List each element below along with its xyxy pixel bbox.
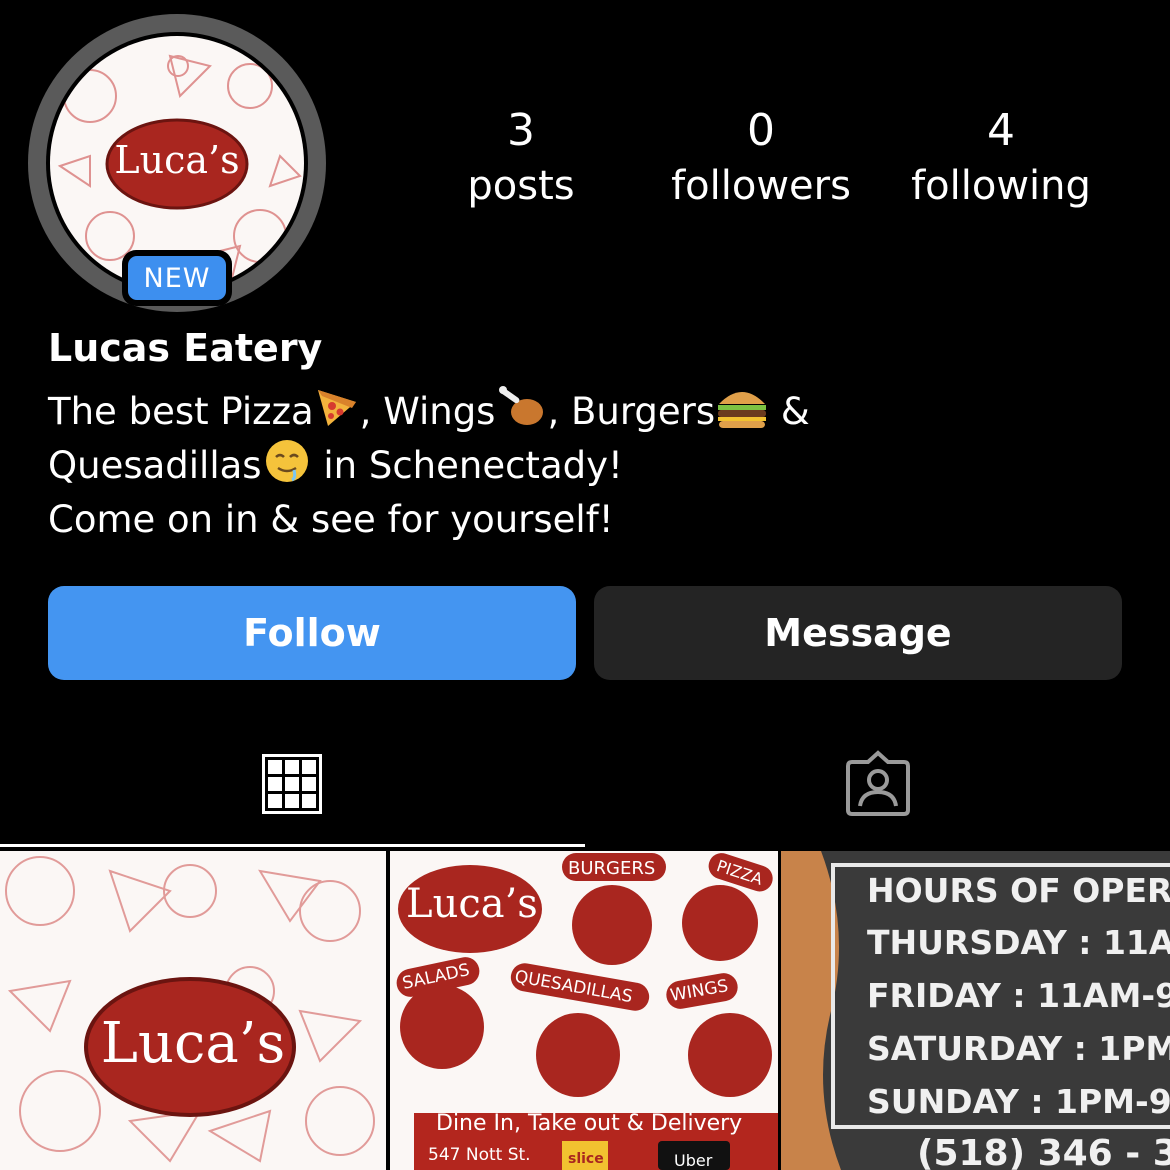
followers-value: 0 bbox=[747, 105, 775, 156]
post-2-logo-text: Luca’s bbox=[406, 881, 538, 927]
menu-label-burgers: BURGERS bbox=[568, 858, 656, 879]
slice-logo: slice bbox=[568, 1151, 604, 1167]
drumstick-emoji-icon bbox=[495, 384, 547, 446]
bio-text-burgers: , Burgers bbox=[547, 390, 716, 433]
new-badge: NEW bbox=[122, 250, 232, 306]
hours-friday: FRIDAY : 11AM-9 bbox=[867, 976, 1170, 1015]
new-badge-label: NEW bbox=[128, 256, 226, 300]
bio-text-and: & bbox=[769, 390, 810, 433]
grid-icon bbox=[262, 754, 322, 814]
following-value: 4 bbox=[987, 105, 1015, 156]
grid-tab[interactable] bbox=[262, 754, 322, 814]
profile-name: Lucas Eatery bbox=[48, 326, 323, 370]
post-tile-1[interactable]: Luca’s bbox=[0, 851, 386, 1170]
follow-button[interactable]: Follow bbox=[48, 586, 576, 680]
hours-title: HOURS OF OPER bbox=[867, 871, 1170, 910]
hours-phone: (518) 346 - 31 bbox=[917, 1133, 1170, 1170]
bio-text-pizza: The best Pizza bbox=[48, 390, 314, 433]
post-2-footer-text: Dine In, Take out & Delivery bbox=[436, 1111, 743, 1136]
bio-text-wings: , Wings bbox=[359, 390, 496, 433]
followers-label: followers bbox=[671, 163, 851, 209]
bio-line-2: Quesadillas in Schenectady! bbox=[48, 438, 623, 500]
uber-logo: Uber bbox=[674, 1151, 713, 1170]
posts-value: 3 bbox=[507, 105, 535, 156]
post-tile-2[interactable]: Luca’s BURGERS PIZZA SALADS QUESADILLAS … bbox=[390, 851, 778, 1170]
bio-text-quesadillas: Quesadillas bbox=[48, 444, 262, 487]
tagged-tab[interactable] bbox=[844, 750, 912, 818]
hours-thursday: THURSDAY : 11A bbox=[867, 923, 1170, 962]
post-2-address: 547 Nott St. bbox=[428, 1145, 531, 1165]
message-button[interactable]: Message bbox=[594, 586, 1122, 680]
burger-emoji-icon bbox=[715, 384, 769, 446]
following-count[interactable]: 4 following bbox=[881, 104, 1121, 214]
posts-count[interactable]: 3 posts bbox=[401, 104, 641, 214]
hours-sunday: SUNDAY : 1PM-9 bbox=[867, 1082, 1170, 1121]
active-tab-indicator bbox=[0, 844, 585, 847]
drooling-face-emoji-icon bbox=[262, 438, 312, 500]
posts-label: posts bbox=[467, 163, 575, 209]
following-label: following bbox=[911, 163, 1091, 209]
post-1-logo-text: Luca’s bbox=[100, 1011, 286, 1076]
avatar-logo-text: Luca’s bbox=[114, 138, 240, 182]
pizza-emoji-icon bbox=[314, 384, 360, 446]
tagged-person-icon bbox=[846, 750, 910, 816]
bio-line-1: The best Pizza , Wings , Burgers & bbox=[48, 384, 810, 446]
bio-text-schenectady: in Schenectady! bbox=[311, 444, 623, 487]
hours-saturday: SATURDAY : 1PM bbox=[867, 1029, 1170, 1068]
post-tile-3[interactable]: HOURS OF OPER THURSDAY : 11A FRIDAY : 11… bbox=[781, 851, 1170, 1170]
bio-line-3: Come on in & see for yourself! bbox=[48, 498, 614, 541]
followers-count[interactable]: 0 followers bbox=[641, 104, 881, 214]
